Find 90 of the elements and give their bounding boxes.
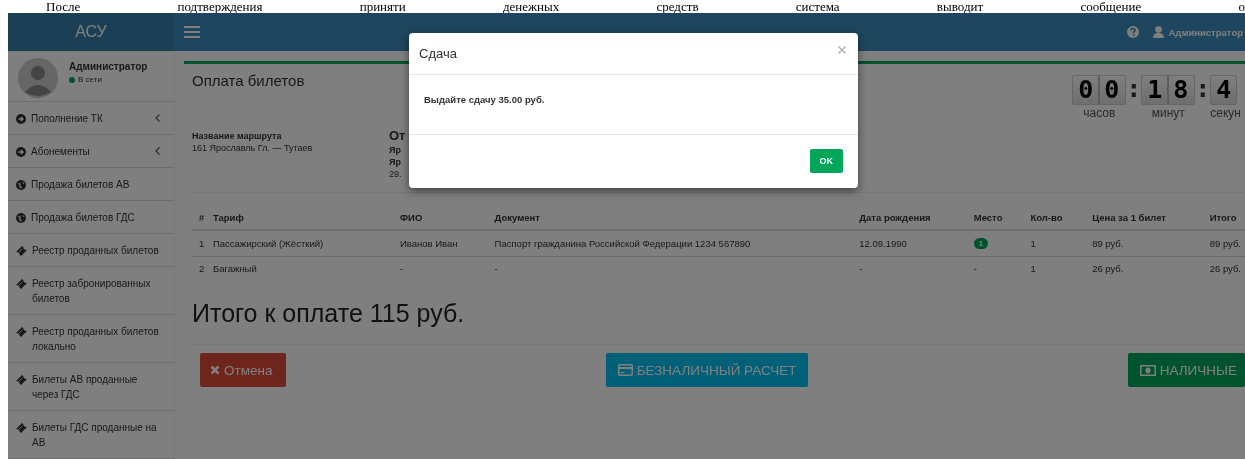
user-name: Администратор	[1168, 26, 1243, 38]
close-icon	[838, 45, 846, 54]
ticket-icon	[16, 374, 27, 385]
table-cell: 1	[1030, 237, 1036, 249]
seat-badge: 1	[973, 238, 989, 249]
route-value: 161 Ярославль Гл. — Тутаев	[192, 142, 314, 154]
status-text: В сети	[78, 75, 102, 84]
table-cell: Иванов Иван	[400, 237, 458, 249]
timer-digits: 4	[1210, 75, 1238, 105]
timer-separator: :	[1126, 75, 1142, 103]
close-icon	[210, 365, 220, 375]
column-header: Кол-во	[1030, 206, 1093, 230]
table-cell: -	[859, 263, 863, 274]
table-cell: 1	[1030, 263, 1036, 274]
sidebar-item[interactable]: Абонементы	[8, 135, 174, 168]
sidebar-item[interactable]: Пополнение ТК	[8, 102, 174, 135]
total-amount: Итого к оплате 115 руб.	[192, 299, 1245, 345]
globe-icon	[16, 212, 26, 223]
table-cell: 89 руб.	[1209, 237, 1241, 249]
ok-button[interactable]: OK	[809, 149, 843, 173]
column-header: Дата рождения	[859, 206, 974, 230]
user-menu-link[interactable]: Администратор	[1152, 26, 1243, 38]
cash-button[interactable]: НАЛИЧНЫЕ	[1127, 353, 1245, 387]
ticket-icon	[16, 422, 27, 433]
timer-separator: :	[1195, 75, 1211, 103]
column-header: ФИО	[400, 206, 495, 230]
table-cell: 2	[199, 263, 205, 274]
sidebar-item-label: Реестр проданных билетов	[32, 244, 159, 258]
departure-text: 29.	[389, 168, 403, 180]
sidebar-item[interactable]: Реестр забронированных билетов	[8, 267, 174, 315]
credit-card-icon	[617, 364, 633, 376]
sidebar-item-label: Продажа билетов АВ	[31, 178, 130, 192]
table-cell: 12.09.1990	[859, 237, 907, 249]
route-label: Название маршрута	[192, 130, 283, 142]
table-cell: -	[494, 263, 498, 274]
column-header: Документ	[494, 206, 860, 230]
departure-text: От	[389, 128, 406, 144]
sidebar-item-label: Пополнение ТК	[31, 112, 103, 126]
sidebar-item[interactable]: Реестр проданных билетов локально	[8, 315, 174, 363]
sidebar-item[interactable]: Продажа билетов АВ	[8, 168, 174, 201]
arrow-circle-icon	[16, 146, 26, 157]
avatar-icon	[18, 58, 58, 98]
help-button[interactable]	[1126, 26, 1139, 38]
ticket-icon	[16, 278, 27, 289]
sidebar-item-label: Абонементы	[31, 145, 90, 159]
menu-icon	[184, 26, 200, 38]
close-button[interactable]	[836, 43, 848, 56]
sidebar-item[interactable]: Продажа билетов ГДС	[8, 201, 174, 234]
table-cell: Багажный	[212, 263, 257, 274]
departure-text: Яр	[389, 144, 402, 156]
sidebar-item[interactable]: Реестр проданных билетов	[8, 234, 174, 267]
column-header: Место	[973, 206, 1031, 230]
document-text: После подтверждения приняти денежных средств система выводит сообщение о	[46, 0, 1245, 13]
column-header: Итого	[1209, 206, 1245, 230]
chevron-left-icon	[155, 114, 160, 122]
table-cell: Паспорт гражданина Российской Федерации 1234 567890	[494, 237, 751, 249]
cancel-button[interactable]: Отмена	[200, 353, 287, 387]
table-cell: 26 руб.	[1092, 263, 1124, 274]
table-cell: 89 руб.	[1092, 237, 1124, 249]
sidebar-item-label: Билеты АВ проданные через ГДС	[32, 373, 139, 402]
ticket-icon	[16, 326, 27, 337]
timer-label: минут	[1151, 106, 1185, 120]
ticket-icon	[16, 245, 27, 256]
table-cell: -	[973, 263, 977, 274]
column-header: Тариф	[212, 206, 400, 230]
user-name: Администратор	[69, 61, 148, 72]
dialog-message: Выдайте сдачу 35.00 руб.	[424, 94, 546, 105]
user-icon	[1152, 26, 1164, 38]
globe-icon	[16, 179, 26, 190]
sidebar-item-label: Реестр забронированных билетов	[32, 277, 152, 306]
banknote-icon	[1139, 364, 1156, 376]
sidebar-item[interactable]: Билеты АВ проданные через ГДС	[8, 363, 174, 411]
sidebar-item-label: Билеты ГДС проданные на АВ	[32, 421, 158, 450]
arrow-circle-icon	[16, 113, 26, 124]
departure-text: Яр	[389, 156, 402, 168]
sidebar-item[interactable]: Билеты ГДС проданные на АВ	[8, 411, 174, 459]
table-cell: 26 руб.	[1209, 263, 1241, 274]
table-cell: Пассажирский (Жёсткий)	[212, 237, 324, 249]
app-logo: АСУ	[8, 13, 174, 51]
table-cell: 1	[199, 237, 205, 249]
sidebar-item-label: Продажа билетов ГДС	[31, 211, 135, 225]
column-header: #	[192, 206, 213, 230]
sidebar-item-label: Реестр проданных билетов локально	[32, 325, 160, 354]
dialog-title: Сдача	[419, 46, 457, 61]
panel-title: Оплата билетов	[192, 72, 305, 89]
column-header: Цена за 1 билет	[1092, 206, 1210, 230]
timer-label: секун	[1210, 106, 1241, 120]
chevron-left-icon	[155, 147, 160, 155]
timer-label: часов	[1083, 106, 1116, 120]
table-cell: -	[400, 263, 404, 274]
